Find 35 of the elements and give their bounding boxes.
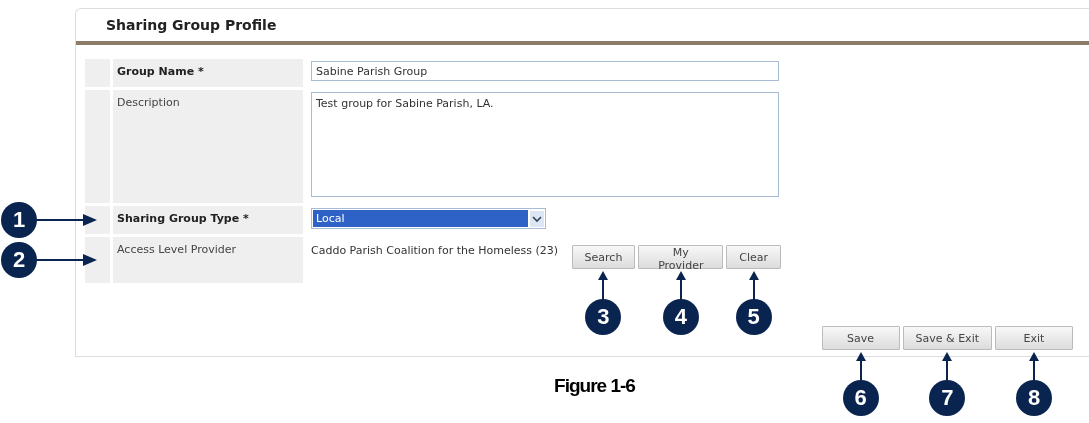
field-label: Sharing Group Type * bbox=[117, 212, 249, 225]
field-label: Description bbox=[117, 96, 180, 109]
pointer-arrow bbox=[674, 271, 687, 301]
callout-badge: 2 bbox=[1, 242, 37, 278]
callout-badge: 1 bbox=[1, 202, 37, 238]
action-button[interactable]: Exit bbox=[995, 326, 1073, 350]
pointer-arrow bbox=[597, 271, 610, 301]
form-button[interactable]: My Provider bbox=[638, 245, 724, 269]
row-stub bbox=[85, 206, 110, 234]
pointer-arrow bbox=[854, 352, 867, 382]
field-label: Group Name * bbox=[117, 65, 204, 78]
action-button[interactable]: Save bbox=[821, 326, 900, 350]
pointer-arrow bbox=[35, 253, 97, 267]
dropdown-field[interactable]: Local bbox=[311, 208, 546, 229]
callout-badge: 6 bbox=[842, 380, 879, 416]
pointer-arrow bbox=[747, 271, 760, 301]
callout-badge: 7 bbox=[929, 380, 966, 416]
text-field[interactable]: Sabine Parish Group bbox=[311, 61, 779, 81]
form-button[interactable]: Clear bbox=[726, 245, 781, 269]
row-stub bbox=[85, 237, 110, 283]
pointer-arrow bbox=[1028, 352, 1040, 382]
caret-icon bbox=[530, 210, 544, 227]
callout-badge: 8 bbox=[1016, 380, 1052, 416]
field-label: Access Level Provider bbox=[117, 243, 236, 256]
provider-text: Caddo Parish Coalition for the Homeless (23) bbox=[311, 243, 560, 259]
callout-badge: 5 bbox=[735, 299, 772, 335]
form-button[interactable]: Search bbox=[571, 245, 636, 269]
panel-title: Sharing Group Profile bbox=[106, 17, 277, 33]
pointer-arrow bbox=[35, 213, 97, 227]
textarea-field[interactable]: Test group for Sabine Parish, LA. bbox=[311, 92, 779, 197]
pointer-arrow bbox=[941, 352, 954, 382]
callout-badge: 3 bbox=[585, 299, 622, 335]
callout-badge: 4 bbox=[662, 299, 699, 335]
action-button[interactable]: Save & Exit bbox=[902, 326, 992, 350]
figure-caption: Figure 1-6 bbox=[554, 375, 635, 396]
